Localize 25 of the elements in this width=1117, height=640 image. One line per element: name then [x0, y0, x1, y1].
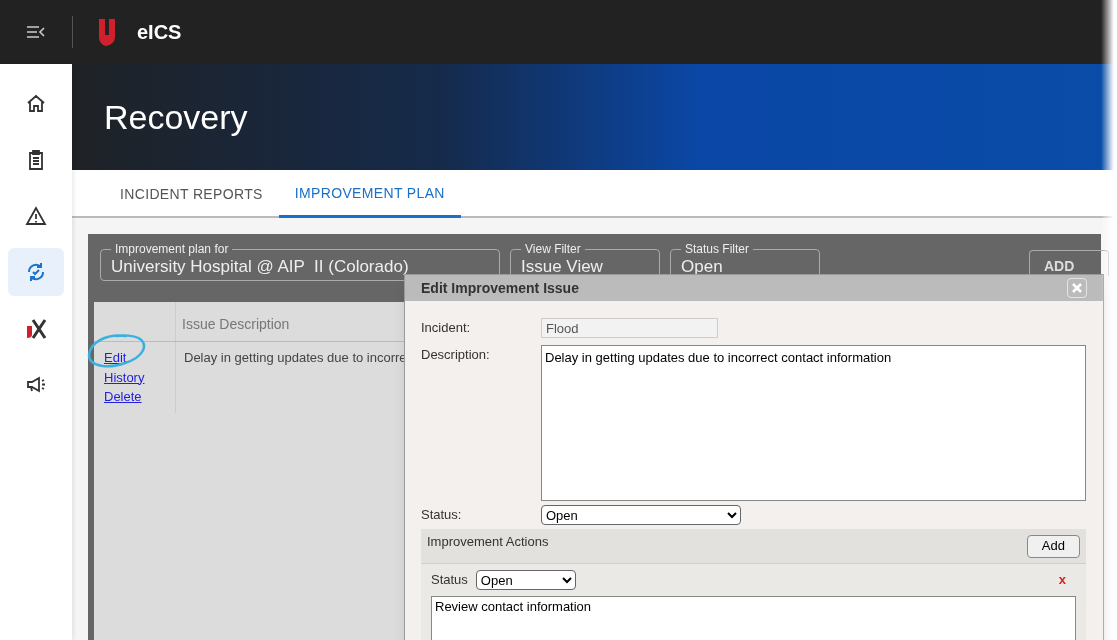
field-label: Description:: [421, 346, 491, 364]
incident-field[interactable]: Flood: [541, 318, 718, 338]
description-field[interactable]: Delay in getting updates due to incorrect contact information: [541, 345, 1086, 501]
page-title: Recovery: [104, 96, 248, 138]
tab[interactable]: INCIDENT REPORTS: [104, 170, 279, 218]
add-button[interactable]: Add: [1026, 534, 1080, 558]
status-select[interactable]: Open: [541, 505, 741, 525]
field-label: Status:: [421, 506, 463, 525]
warning-icon: [24, 204, 48, 228]
section-title: Improvement Actions: [427, 533, 549, 552]
dialog-title: Edit Improvement Issue: [421, 279, 579, 298]
menu-icon[interactable]: [26, 24, 46, 40]
close-icon: [1072, 283, 1082, 293]
field-label: Incident:: [421, 319, 472, 338]
shield-logo-icon: [97, 17, 117, 47]
link[interactable]: Delete: [104, 387, 142, 407]
column-header: Issue Description: [181, 315, 291, 334]
app-title: eICS: [137, 20, 182, 45]
tab[interactable]: IMPROVEMENT PLAN: [278, 170, 461, 218]
delete-button[interactable]: x: [1058, 570, 1066, 590]
field-label: Status: [431, 571, 468, 590]
status-select[interactable]: Open: [475, 570, 576, 590]
action-text-field[interactable]: Review contact information: [431, 596, 1076, 640]
link[interactable]: Edit: [104, 348, 127, 368]
link[interactable]: History: [104, 367, 145, 387]
